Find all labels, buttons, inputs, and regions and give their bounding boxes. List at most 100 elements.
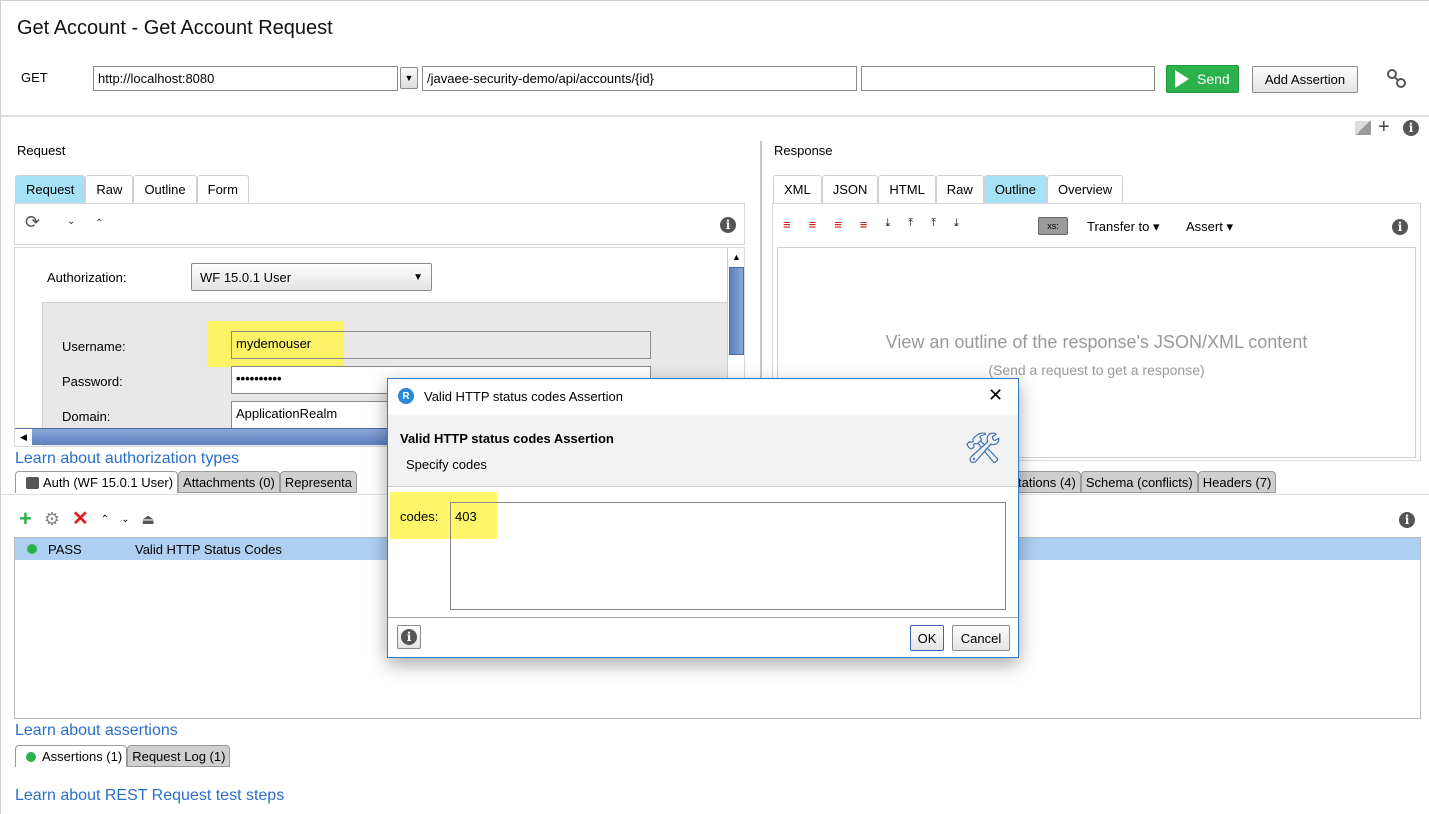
tab-attachments[interactable]: Attachments (0) — [178, 471, 280, 493]
tab-overview[interactable]: Overview — [1047, 175, 1124, 203]
link-icon[interactable] — [1385, 67, 1409, 91]
send-label: Send — [1197, 71, 1230, 87]
transfer-to-menu[interactable]: Transfer to ▾ — [1087, 219, 1160, 235]
xsd-button[interactable]: xs: — [1038, 217, 1068, 235]
add-assertion-icon[interactable]: + — [19, 508, 32, 530]
send-button[interactable]: Send — [1166, 65, 1239, 93]
layout-toggle-icon[interactable] — [1355, 121, 1371, 135]
info-icon[interactable]: i — [1399, 512, 1415, 528]
empty-state-subtitle: (Send a request to get a response) — [988, 362, 1205, 378]
divider — [388, 617, 1018, 618]
play-icon — [1175, 70, 1189, 88]
info-icon[interactable]: i — [720, 217, 736, 233]
tab-auth-label: Auth (WF 15.0.1 User) — [43, 475, 174, 490]
lock-icon — [26, 476, 39, 489]
response-bottom-tabs: tations (4) Schema (conflicts) Headers (… — [1013, 471, 1277, 493]
pass-status-icon — [27, 544, 37, 554]
tab-assertions[interactable]: Assertions (1) — [15, 745, 128, 767]
gear-icon[interactable]: ⚙ — [44, 510, 60, 528]
add-assertion-button[interactable]: Add Assertion — [1252, 66, 1358, 93]
authorization-value: WF 15.0.1 User — [200, 269, 292, 285]
app-window: Get Account - Get Account Request GET ht… — [0, 0, 1429, 814]
empty-state-title: View an outline of the response's JSON/X… — [885, 332, 1308, 352]
assertion-status: PASS — [48, 542, 82, 557]
assertion-dialog: R Valid HTTP status codes Assertion ✕ Va… — [387, 378, 1019, 658]
move-down-icon[interactable]: ⌄ — [121, 514, 129, 525]
tab-xml[interactable]: XML — [773, 175, 822, 203]
assert-label: Assert — [1186, 219, 1223, 234]
chevron-down-icon[interactable]: ⌄ — [67, 216, 75, 227]
tab-headers[interactable]: Headers (7) — [1197, 471, 1277, 493]
format-icon[interactable]: ≡ — [809, 218, 817, 231]
response-tabs: XML JSON HTML Raw Outline Overview — [773, 175, 1124, 203]
collapse-icon[interactable]: ⤓ — [954, 218, 959, 231]
move-up-icon[interactable]: ⌃ — [101, 514, 109, 525]
domain-label: Domain: — [62, 409, 111, 424]
username-label: Username: — [62, 339, 126, 354]
expand-icon[interactable]: ⤒ — [931, 218, 936, 231]
dialog-title: Valid HTTP status codes Assertion — [424, 389, 623, 404]
tab-form[interactable]: Form — [196, 175, 249, 203]
authorization-label: Authorization: — [47, 270, 127, 285]
expand-icon[interactable]: ⤒ — [908, 218, 913, 231]
password-label: Password: — [62, 374, 123, 389]
tab-outline[interactable]: Outline — [983, 175, 1048, 203]
scroll-left-icon[interactable]: ◀ — [15, 429, 32, 445]
add-icon[interactable]: + — [1378, 116, 1390, 139]
endpoint-dropdown-button[interactable]: ▼ — [400, 67, 418, 89]
delete-icon[interactable]: ✕ — [72, 509, 89, 529]
tools-icon: 🛠 — [964, 432, 1003, 465]
info-icon[interactable]: i — [1392, 219, 1408, 235]
chevron-up-icon[interactable]: ⌃ — [95, 218, 103, 229]
cancel-button[interactable]: Cancel — [952, 625, 1010, 651]
tab-representations[interactable]: Representa — [279, 471, 358, 493]
tab-request[interactable]: Request — [15, 175, 86, 203]
tab-request-log[interactable]: Request Log (1) — [127, 745, 231, 767]
learn-authorization-link[interactable]: Learn about authorization types — [15, 450, 239, 468]
request-section-label: Request — [17, 143, 66, 158]
tab-representations[interactable]: tations (4) — [1013, 471, 1081, 493]
learn-rest-request-link[interactable]: Learn about REST Request test steps — [15, 787, 284, 805]
assertions-toolbar: + ⚙ ✕ ⌃ ⌄ ⏏ — [19, 508, 155, 530]
format-icon[interactable]: ≡ — [860, 218, 868, 231]
authorization-select[interactable]: WF 15.0.1 User ▼ — [191, 263, 432, 291]
codes-label: codes: — [400, 509, 439, 524]
tab-schema[interactable]: Schema (conflicts) — [1080, 471, 1198, 493]
info-icon: i — [401, 629, 417, 645]
format-icon[interactable]: ≡ — [783, 218, 791, 231]
tab-raw[interactable]: Raw — [935, 175, 984, 203]
params-input[interactable] — [861, 66, 1155, 91]
codes-input[interactable]: 403 — [450, 502, 1006, 610]
resource-input[interactable]: /javaee-security-demo/api/accounts/{id} — [422, 66, 857, 91]
scroll-up-icon[interactable]: ▲ — [732, 252, 741, 262]
scroll-thumb[interactable] — [729, 267, 744, 355]
chevron-down-icon: ▾ — [1153, 219, 1160, 234]
tab-html[interactable]: HTML — [878, 175, 936, 203]
tab-json[interactable]: JSON — [821, 175, 879, 203]
refresh-icon[interactable]: ⟳ — [25, 212, 40, 233]
assertion-name: Valid HTTP Status Codes — [135, 542, 282, 557]
request-bottom-tabs: Auth (WF 15.0.1 User) Attachments (0) Re… — [15, 471, 358, 493]
caret-down-icon: ▼ — [404, 73, 414, 83]
request-toolbar: ⟳ ⌄ ⌃ i — [14, 203, 745, 245]
transfer-to-label: Transfer to — [1087, 219, 1150, 234]
format-icon[interactable]: ≡ — [834, 218, 842, 231]
collapse-icon[interactable]: ⤓ — [885, 218, 890, 231]
tab-auth[interactable]: Auth (WF 15.0.1 User) — [15, 471, 179, 493]
stamp-icon[interactable]: ⏏ — [142, 511, 155, 528]
endpoint-input[interactable]: http://localhost:8080 — [93, 66, 398, 91]
tab-assertions-label: Assertions (1) — [42, 749, 123, 764]
learn-assertions-link[interactable]: Learn about assertions — [15, 722, 178, 740]
tab-outline[interactable]: Outline — [133, 175, 197, 203]
info-icon[interactable]: i — [1403, 120, 1419, 136]
chevron-down-icon: ▾ — [1226, 219, 1233, 234]
close-icon[interactable]: ✕ — [988, 385, 1003, 406]
page-title: Get Account - Get Account Request — [17, 17, 333, 39]
ok-button[interactable]: OK — [910, 625, 944, 651]
assert-menu[interactable]: Assert ▾ — [1186, 219, 1233, 235]
request-tabs: Request Raw Outline Form — [15, 175, 249, 203]
tab-raw[interactable]: Raw — [85, 175, 134, 203]
username-input[interactable]: mydemouser — [231, 331, 651, 359]
assertions-bottom-tabs: Assertions (1) Request Log (1) — [15, 745, 231, 767]
dialog-help-button[interactable]: i — [397, 625, 421, 649]
